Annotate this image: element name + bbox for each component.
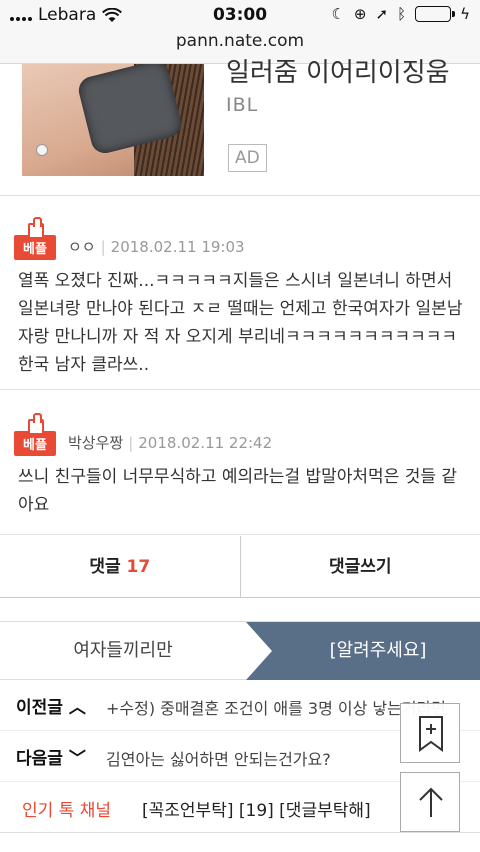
chevron-up-icon: ︿: [68, 698, 86, 718]
comment-date: 2018.02.11 22:42: [138, 434, 273, 452]
next-title[interactable]: 김연아는 싫어하면 안되는건가요?: [106, 746, 446, 770]
popular-items[interactable]: [꼭조언부탁] [19] [댓글부탁해]: [142, 796, 371, 821]
ad-banner[interactable]: 일러줌 이어리이징움 IBL AD: [0, 58, 480, 196]
section-divider: [0, 598, 480, 622]
next-label: 다음글 ﹀: [16, 749, 86, 769]
comment-actions: 댓글 17 댓글쓰기: [0, 536, 480, 598]
tab-category-label: [알려주세요]: [329, 640, 427, 661]
scroll-top-button[interactable]: [400, 772, 460, 832]
comments-count: 17: [126, 557, 151, 577]
ad-image[interactable]: [22, 64, 204, 176]
comment-text: 쓰니 친구들이 너무무식하고 예의라는걸 밥말아처먹은 것들 같아요: [18, 467, 458, 515]
ad-badge: AD: [228, 144, 267, 172]
comments-label: 댓글: [89, 557, 121, 577]
arrow-up-icon: [419, 787, 443, 817]
tab-category[interactable]: [알려주세요]: [246, 622, 480, 680]
popular-label: 인기 톡 채널: [22, 801, 112, 821]
status-icons: ☾ ⊕ ➚ ᛒ ϟ: [331, 5, 470, 23]
rotation-lock-icon: ⊕: [353, 5, 367, 23]
charging-icon: ϟ: [460, 5, 470, 23]
write-comment-button[interactable]: 댓글쓰기: [239, 536, 480, 597]
chevron-down-icon: ﹀: [68, 749, 86, 769]
comment-nickname: ㅇㅇ: [68, 238, 96, 256]
comment-nickname: 박상우짱: [68, 434, 124, 452]
best-comment: 베플 박상우짱 | 2018.02.11 22:42 쓰니 친구들이 너무무식하고 …: [0, 391, 480, 535]
thumbs-up-icon: [28, 217, 48, 239]
channel-tabs: 여자들끼리만 [알려주세요]: [0, 622, 480, 680]
comment-text: 열폭 오졌다 진짜...ㅋㅋㅋㅋㅋ지들은 스시녀 일본녀니 하면서 일본녀랑 만…: [18, 271, 463, 375]
ad-title[interactable]: 일러줌 이어리이징움: [226, 52, 466, 89]
address-url[interactable]: pann.nate.com: [0, 31, 480, 51]
location-icon: ➚: [375, 5, 389, 23]
ad-brand: IBL: [226, 94, 259, 116]
comment-date: 2018.02.11 19:03: [110, 238, 245, 256]
bookmark-add-icon: [419, 716, 443, 752]
tab-channel[interactable]: 여자들끼리만: [0, 622, 246, 680]
prev-title[interactable]: +수정) 중매결혼 조건이 애를 3명 이상 낳는거라면: [106, 695, 446, 719]
best-comment: 베플 ㅇㅇ | 2018.02.11 19:03 열폭 오졌다 진짜...ㅋㅋㅋㅋㅋ…: [0, 197, 480, 390]
bookmark-button[interactable]: [400, 703, 460, 763]
comment-meta: ㅇㅇ | 2018.02.11 19:03: [68, 238, 245, 256]
prev-label: 이전글 ︿: [16, 698, 86, 718]
battery-icon: [415, 6, 456, 22]
comments-button[interactable]: 댓글 17: [0, 536, 240, 597]
moon-icon: ☾: [331, 5, 345, 23]
comment-meta: 박상우짱 | 2018.02.11 22:42: [68, 434, 273, 452]
bluetooth-icon: ᛒ: [397, 5, 407, 23]
best-badge: 베플: [14, 413, 56, 456]
thumbs-up-icon: [28, 413, 48, 435]
best-badge: 베플: [14, 217, 56, 260]
